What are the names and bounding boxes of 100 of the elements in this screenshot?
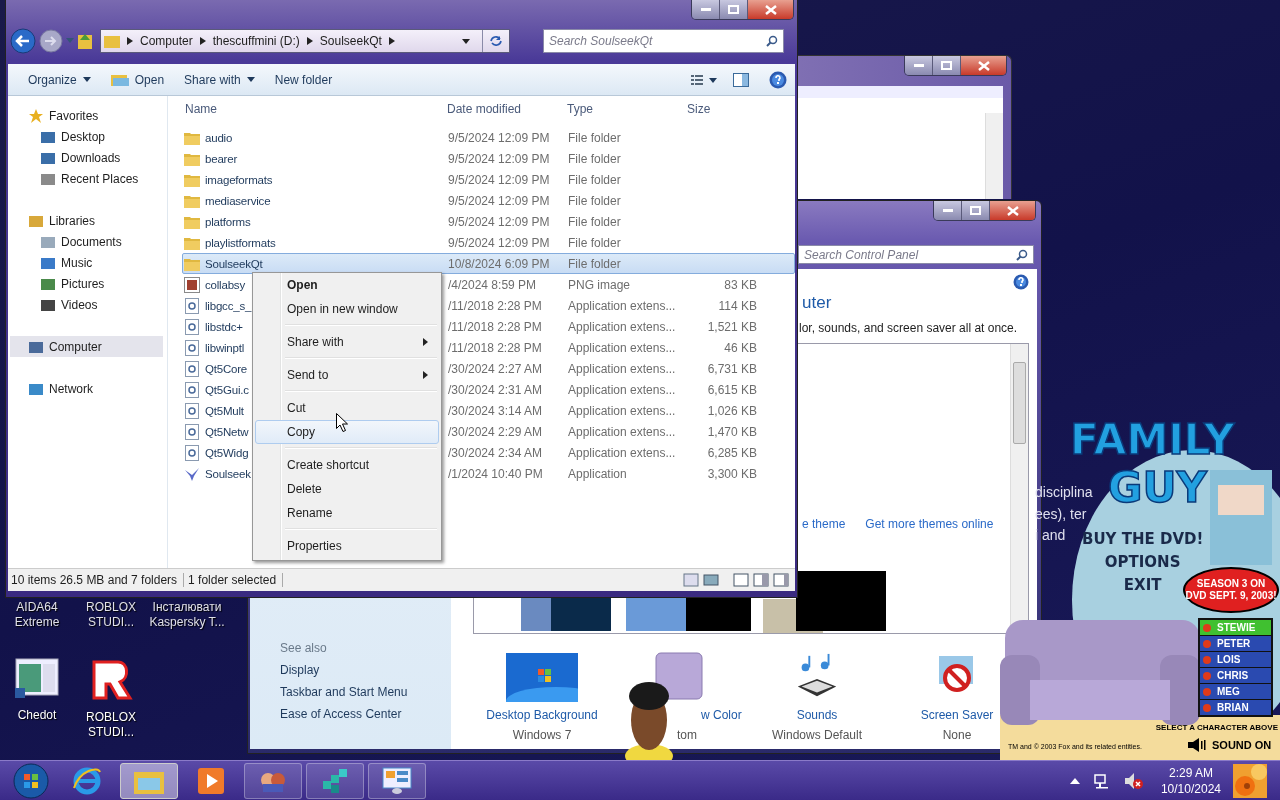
column-header[interactable]: Type <box>564 102 684 116</box>
nav-item[interactable]: Computer <box>10 336 163 357</box>
setting-link[interactable]: Desktop Background <box>486 708 598 722</box>
toolbar-button[interactable]: Organize <box>20 69 99 90</box>
maximize-button[interactable] <box>962 201 990 220</box>
column-header[interactable]: Name <box>182 102 444 116</box>
file-name[interactable]: Qt5Gui.c <box>205 383 249 396</box>
clock[interactable]: 2:29 AM 10/10/2024 <box>1160 764 1221 797</box>
breadcrumb[interactable]: Computer <box>140 34 193 48</box>
close-button[interactable] <box>990 201 1035 220</box>
breadcrumb-arrow-icon[interactable] <box>388 37 395 45</box>
menu-item[interactable]: Share with <box>255 330 439 354</box>
setting-link[interactable]: w Color <box>701 708 742 722</box>
pane-layout-icon[interactable] <box>773 573 789 587</box>
nav-item[interactable]: Favorites <box>10 105 163 126</box>
theme-link[interactable]: Get more themes online <box>865 517 994 531</box>
character-button[interactable]: LOIS <box>1200 652 1271 667</box>
character-button[interactable]: BRIAN <box>1200 700 1271 715</box>
file-name[interactable]: Qt5Netw <box>205 425 249 438</box>
column-header[interactable]: Date modified <box>444 102 564 116</box>
minimize-button[interactable] <box>905 56 933 75</box>
maximize-button[interactable] <box>933 56 961 75</box>
pane-layout-icon[interactable] <box>753 573 769 587</box>
folder-up-icon[interactable] <box>77 32 93 50</box>
see-also-link[interactable]: Ease of Access Center <box>280 707 451 721</box>
nav-item[interactable]: Recent Places <box>10 168 163 189</box>
toolbar-button[interactable]: Open <box>102 69 173 90</box>
desktop-icon-label[interactable]: Інсталювати Kaspersky T... <box>146 600 228 630</box>
network-icon[interactable] <box>1093 772 1110 789</box>
file-name[interactable]: libgcc_s_ <box>205 299 252 312</box>
desktop-icon-label[interactable]: ROBLOX STUDI... <box>73 600 149 630</box>
menu-item[interactable]: Rename <box>255 501 439 525</box>
file-name[interactable]: Qt5Widg <box>205 446 249 459</box>
sound-toggle[interactable]: SOUND ON <box>1188 738 1272 752</box>
menu-item[interactable]: Delete <box>255 477 439 501</box>
menu-item[interactable]: Open <box>255 273 439 297</box>
setting-link[interactable]: Screen Saver <box>920 708 994 722</box>
toolbar-button[interactable]: Share with <box>176 69 263 90</box>
toolbar-button[interactable]: New folder <box>266 69 341 90</box>
file-name[interactable]: platforms <box>205 215 251 228</box>
minimize-button[interactable] <box>692 0 720 19</box>
see-also-link[interactable]: Taskbar and Start Menu <box>280 685 451 699</box>
breadcrumb-arrow-icon[interactable] <box>127 37 133 45</box>
address-bar[interactable]: Computer thescuffmini (D:) SoulseekQt <box>100 29 510 53</box>
file-name[interactable]: audio <box>205 131 233 144</box>
taskbar-button[interactable] <box>120 762 178 799</box>
see-also-link[interactable]: Display <box>280 663 451 677</box>
character-button[interactable]: CHRIS <box>1200 668 1271 683</box>
breadcrumb[interactable]: SoulseekQt <box>319 34 382 48</box>
character-button[interactable]: MEG <box>1200 684 1271 699</box>
thumbnail-view-icon[interactable] <box>703 573 719 587</box>
nav-item[interactable]: Network <box>10 378 163 399</box>
desktop-icon-label[interactable]: Chedot <box>17 708 57 723</box>
file-name[interactable]: bearer <box>205 152 238 165</box>
breadcrumb[interactable]: thescuffmini (D:) <box>212 34 300 48</box>
menu-item[interactable]: Properties <box>255 534 439 558</box>
menu-link[interactable]: OPTIONS <box>1104 551 1181 574</box>
muted-speaker-icon[interactable] <box>1123 771 1144 790</box>
character-button[interactable]: PETER <box>1200 636 1271 651</box>
file-name[interactable]: playlistformats <box>205 236 276 249</box>
nav-item[interactable]: Videos <box>10 294 163 315</box>
file-name[interactable]: SoulseekQt <box>205 257 263 270</box>
nav-item[interactable]: Desktop <box>10 126 163 147</box>
desktop-icon-label[interactable]: AIDA64 Extreme <box>0 600 75 630</box>
file-name[interactable]: libstdc+ <box>205 320 243 333</box>
file-name[interactable]: Qt5Core <box>205 362 248 375</box>
nav-item[interactable]: Libraries <box>10 210 163 231</box>
search-field[interactable]: Search SoulseekQt <box>543 29 784 53</box>
file-name[interactable]: mediaservice <box>205 194 271 207</box>
pane-layout-icon[interactable] <box>733 573 749 587</box>
setting-link[interactable]: Sounds <box>796 708 838 722</box>
scrollbar-thumb[interactable] <box>1013 362 1026 444</box>
nav-item[interactable]: Downloads <box>10 147 163 168</box>
history-caret-icon[interactable] <box>462 38 470 44</box>
show-hidden-icons-icon[interactable] <box>1069 777 1080 784</box>
start-button[interactable] <box>13 762 49 799</box>
close-button[interactable] <box>961 56 1006 75</box>
menu-item[interactable]: Open in new window <box>255 297 439 321</box>
forward-button[interactable] <box>39 29 63 53</box>
close-button[interactable] <box>748 0 793 19</box>
file-name[interactable]: imageformats <box>205 173 273 186</box>
file-name[interactable]: Qt5Mult <box>205 404 244 417</box>
file-name[interactable]: collabsy <box>205 278 245 291</box>
menu-item[interactable]: Copy <box>255 420 439 444</box>
nav-item[interactable]: Music <box>10 252 163 273</box>
help-icon[interactable] <box>1013 274 1029 290</box>
menu-link[interactable]: BUY THE DVD! <box>1082 528 1204 551</box>
nav-item[interactable]: Pictures <box>10 273 163 294</box>
search-field[interactable]: Search Control Panel <box>798 245 1034 264</box>
theme-link[interactable]: e theme <box>802 517 846 531</box>
menu-item[interactable]: Send to <box>255 363 439 387</box>
help-icon[interactable] <box>769 70 787 89</box>
breadcrumb-arrow-icon[interactable] <box>306 37 313 45</box>
back-button[interactable] <box>10 28 36 54</box>
breadcrumb-arrow-icon[interactable] <box>199 37 206 45</box>
menu-item[interactable]: Create shortcut <box>255 453 439 477</box>
menu-item[interactable]: Cut <box>255 396 439 420</box>
file-name[interactable]: Soulseek <box>205 467 251 480</box>
nav-item[interactable]: Documents <box>10 231 163 252</box>
column-header[interactable]: Size <box>684 102 756 116</box>
